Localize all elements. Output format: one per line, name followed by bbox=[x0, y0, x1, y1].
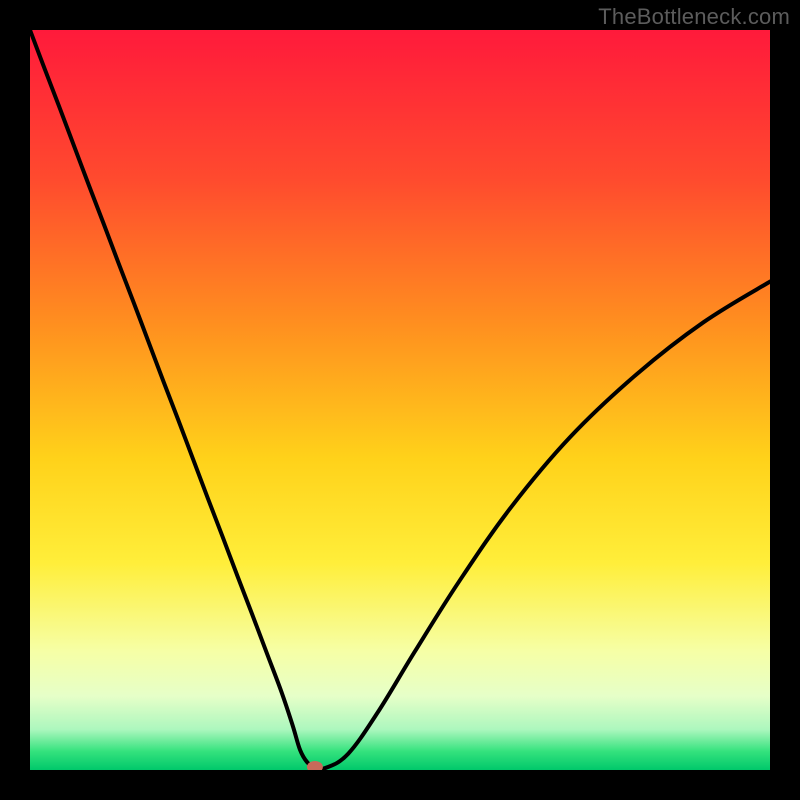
chart-svg bbox=[30, 30, 770, 770]
watermark-text: TheBottleneck.com bbox=[598, 4, 790, 30]
chart-frame: TheBottleneck.com bbox=[0, 0, 800, 800]
gradient-background bbox=[30, 30, 770, 770]
plot-area bbox=[30, 30, 770, 770]
